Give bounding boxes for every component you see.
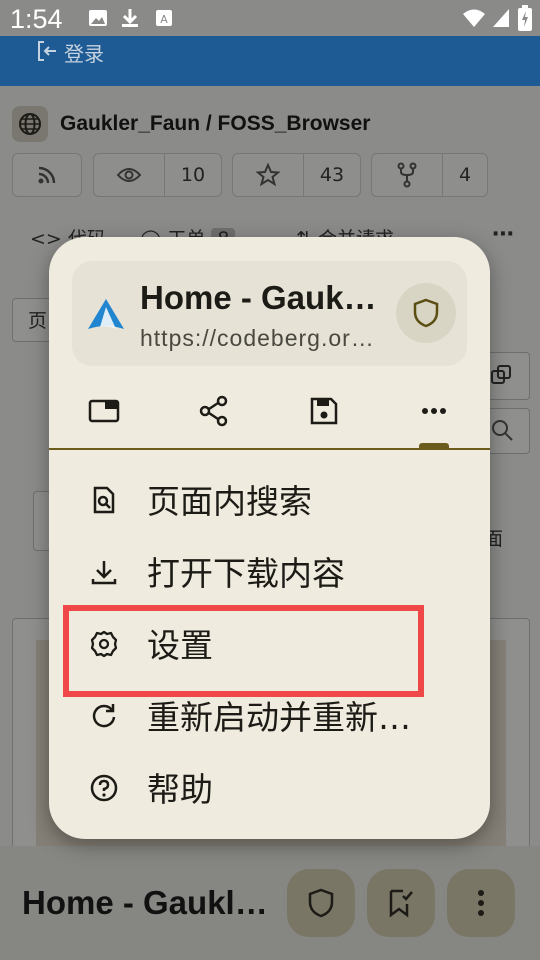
branch-selector-fragment: 页 (28, 310, 48, 332)
more-vert-icon (478, 890, 484, 916)
download-icon (91, 561, 117, 585)
codeberg-logo-icon (88, 299, 124, 329)
tab-toolbar-button[interactable] (86, 393, 122, 429)
download-notification-icon (122, 9, 138, 27)
popup-page-title: Home - Gaukler_Faun/FOSS_Browser (140, 279, 380, 316)
eye-icon (116, 168, 142, 182)
bottom-shield-button[interactable] (287, 869, 355, 937)
fork-button[interactable] (371, 153, 443, 197)
popup-page-url: https://codeberg.org/Gaukler_Faun/FOSS_B… (140, 325, 380, 351)
fork-icon (397, 162, 417, 188)
bookmark-check-icon (389, 889, 413, 918)
more-tabs-icon[interactable]: ⋯ (492, 222, 514, 247)
share-button[interactable] (196, 393, 232, 429)
svg-text:A: A (160, 13, 168, 26)
overflow-popup: Home - Gaukler_Faun/FOSS_Browser https:/… (49, 237, 490, 839)
copy-icon (491, 365, 511, 384)
rss-icon (38, 166, 56, 184)
shield-icon (308, 888, 334, 918)
help-icon (90, 774, 118, 802)
login-link[interactable]: 登录 (64, 38, 104, 67)
tab-icon (88, 399, 120, 423)
search-icon (492, 420, 513, 441)
share-icon (199, 395, 228, 427)
watch-count[interactable]: 10 (164, 153, 222, 197)
rss-button[interactable] (12, 153, 82, 197)
find-in-page-icon (93, 486, 115, 514)
refresh-icon (92, 704, 116, 728)
save-button[interactable] (306, 393, 342, 429)
battery-charging-icon (518, 5, 532, 31)
watch-button[interactable] (93, 153, 165, 197)
bottom-bar-title[interactable]: Home - Gaukler_Faun (22, 884, 280, 922)
menu-label: 帮助 (147, 770, 213, 809)
status-bar: 1:54 A (0, 0, 540, 36)
menu-label: 打开下载内容 (147, 554, 345, 593)
more-tab[interactable] (416, 393, 452, 429)
signal-icon (493, 9, 509, 27)
star-count[interactable]: 43 (303, 153, 361, 197)
more-horiz-icon (422, 408, 446, 414)
menu-label: 重新启动并重新加载 (147, 698, 437, 737)
star-icon (256, 163, 280, 187)
status-time: 1:54 (10, 4, 63, 34)
star-button[interactable] (232, 153, 304, 197)
shield-icon (413, 298, 439, 328)
menu-find-in-page[interactable]: 页面内搜索 (49, 463, 490, 535)
site-security-button[interactable] (396, 283, 456, 343)
repo-globe-icon (12, 106, 48, 142)
menu-help[interactable]: 帮助 (49, 751, 490, 823)
save-icon (310, 397, 338, 425)
menu-label: 页面内搜索 (147, 482, 312, 521)
code-icon: <> (30, 228, 62, 250)
toolbar-divider (49, 448, 490, 450)
bookmark-button[interactable] (367, 869, 435, 937)
menu-open-downloads[interactable]: 打开下载内容 (49, 535, 490, 607)
wifi-icon (463, 9, 485, 27)
repo-title[interactable]: Gaukler_Faun / FOSS_Browser (60, 112, 370, 136)
page-info-card: Home - Gaukler_Faun/FOSS_Browser https:/… (72, 261, 467, 366)
fork-count[interactable]: 4 (442, 153, 488, 197)
sign-in-icon (38, 41, 56, 61)
settings-highlight-box (63, 605, 424, 697)
overflow-menu-button[interactable] (447, 869, 515, 937)
translate-notification-icon: A (156, 10, 172, 26)
image-notification-icon (89, 10, 107, 26)
